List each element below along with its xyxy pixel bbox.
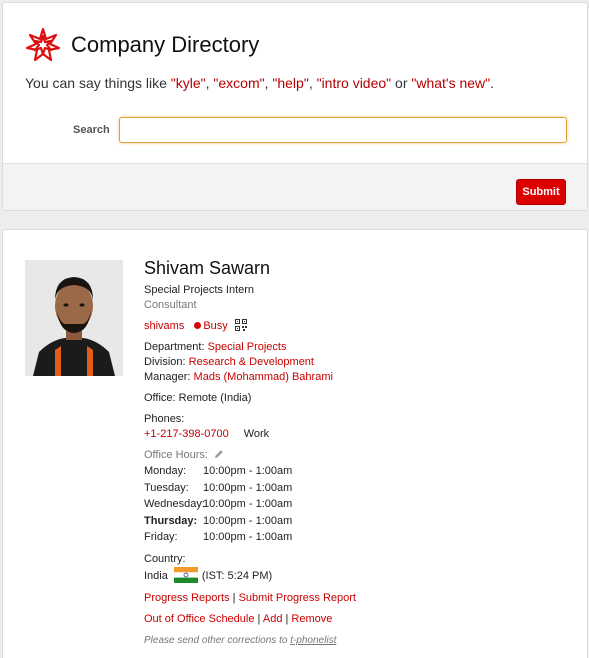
search-hint: You can say things like "kyle", "excom",…: [25, 75, 494, 91]
app-header: Company Directory: [25, 25, 259, 65]
submit-progress-report-link[interactable]: Submit Progress Report: [239, 592, 356, 604]
progress-reports-link[interactable]: Progress Reports: [144, 592, 230, 604]
manager-link[interactable]: Mads (Mohammad) Bahrami: [194, 371, 333, 383]
manager-label: Manager:: [144, 371, 191, 383]
hours-time: 10:00pm - 1:00am: [203, 465, 293, 477]
office-hours-row: Thursday: 10:00pm - 1:00am: [144, 513, 574, 530]
hint-keyword[interactable]: "what's new": [411, 75, 490, 91]
hours-day: Thursday:: [144, 514, 198, 527]
busy-dot-icon: [194, 322, 202, 329]
office-row: Office: Remote (India): [144, 391, 574, 406]
person-card: Shivam Sawarn Special Projects Intern Co…: [2, 229, 588, 658]
submit-button[interactable]: Submit: [516, 179, 566, 205]
hint-keyword[interactable]: "excom": [213, 75, 264, 91]
presence-row: shivams Busy: [144, 319, 574, 334]
phones-label: Phones:: [144, 413, 185, 425]
department-link[interactable]: Special Projects: [208, 341, 287, 353]
phone-type: Work: [243, 428, 270, 440]
hint-keywords: "kyle", "excom", "help", "intro video" o…: [171, 75, 494, 91]
country-value: India: [144, 569, 168, 582]
person-name: Shivam Sawarn: [144, 258, 271, 278]
person-photo: [25, 260, 123, 376]
qr-code-icon[interactable]: [234, 319, 247, 331]
status-link[interactable]: Busy: [203, 320, 227, 332]
office-hours-label-row: Office Hours:: [144, 448, 574, 463]
person-info: Shivam Sawarn Special Projects Intern Co…: [144, 258, 574, 648]
office-hours-table: Monday: 10:00pm - 1:00am Tuesday: 10:00pm -…: [144, 463, 574, 546]
ooo-schedule-link[interactable]: Out of Office Schedule: [144, 613, 254, 625]
ooo-add-link[interactable]: Add: [263, 613, 283, 625]
department-row: Department: Special Projects: [144, 340, 574, 355]
office-hours-row: Wednesday: 10:00pm - 1:00am: [144, 496, 574, 513]
hours-day: Tuesday:: [144, 481, 189, 494]
office-hours-row: Tuesday: 10:00pm - 1:00am: [144, 480, 574, 497]
separator: |: [254, 612, 263, 625]
separator: |: [229, 591, 239, 604]
hours-day: Monday:: [144, 465, 187, 477]
office-hours-label: Office Hours:: [144, 449, 208, 461]
country-row: India (IST: 5:24 PM): [144, 566, 574, 585]
app-title: Company Directory: [71, 32, 260, 57]
username-link[interactable]: shivams: [144, 320, 184, 332]
phone-link[interactable]: +1-217-398-0700: [144, 428, 229, 440]
spikey-logo-icon: [25, 27, 61, 62]
progress-links: Progress Reports | Submit Progress Repor…: [144, 591, 574, 606]
phone-row: +1-217-398-0700 Work: [144, 427, 574, 442]
pencil-icon[interactable]: [214, 449, 224, 459]
hint-keyword[interactable]: "help": [272, 75, 308, 91]
hint-keyword[interactable]: "intro video": [317, 75, 392, 91]
office-hours-row: Monday: 10:00pm - 1:00am: [144, 463, 574, 480]
office-label: Office:: [144, 392, 176, 404]
corrections-note: Please send other corrections to t-phone…: [144, 633, 574, 648]
department-label: Department:: [144, 341, 205, 353]
person-role: Consultant: [144, 299, 197, 311]
hint-prefix: You can say things like: [25, 75, 171, 91]
search-label: Search: [73, 124, 110, 136]
ooo-links: Out of Office Schedule | Add | Remove: [144, 612, 574, 627]
phonelist-link[interactable]: t-phonelist: [290, 635, 336, 646]
division-row: Division: Research & Development: [144, 355, 574, 370]
country-label: Country:: [144, 552, 186, 565]
hours-time: 10:00pm - 1:00am: [203, 514, 293, 527]
office-hours-row: Friday: 10:00pm - 1:00am: [144, 529, 574, 546]
hours-day: Friday:: [144, 531, 178, 544]
search-input[interactable]: [119, 117, 567, 143]
hint-separator: or: [391, 75, 412, 91]
hint-separator: .: [490, 75, 495, 91]
local-time: (IST: 5:24 PM): [201, 569, 273, 582]
hours-time: 10:00pm - 1:00am: [203, 498, 293, 511]
hours-day: Wednesday:: [144, 498, 205, 511]
hint-separator: ,: [308, 75, 317, 91]
person-position: Special Projects Intern: [144, 284, 255, 296]
avatar: [25, 260, 123, 376]
submit-bar: Submit: [3, 163, 587, 210]
hours-time: 10:00pm - 1:00am: [203, 531, 293, 544]
note-text: Please send other corrections to: [144, 634, 291, 646]
india-flag-icon: [173, 566, 198, 583]
division-label: Division:: [144, 356, 186, 368]
ooo-remove-link[interactable]: Remove: [291, 613, 332, 625]
hours-time: 10:00pm - 1:00am: [203, 481, 293, 494]
office-value: Remote (India): [178, 392, 252, 404]
hint-keyword[interactable]: "kyle": [171, 75, 206, 91]
search-panel: Company Directory You can say things lik…: [2, 2, 588, 211]
manager-row: Manager: Mads (Mohammad) Bahrami: [144, 370, 574, 385]
division-link[interactable]: Research & Development: [189, 356, 314, 368]
